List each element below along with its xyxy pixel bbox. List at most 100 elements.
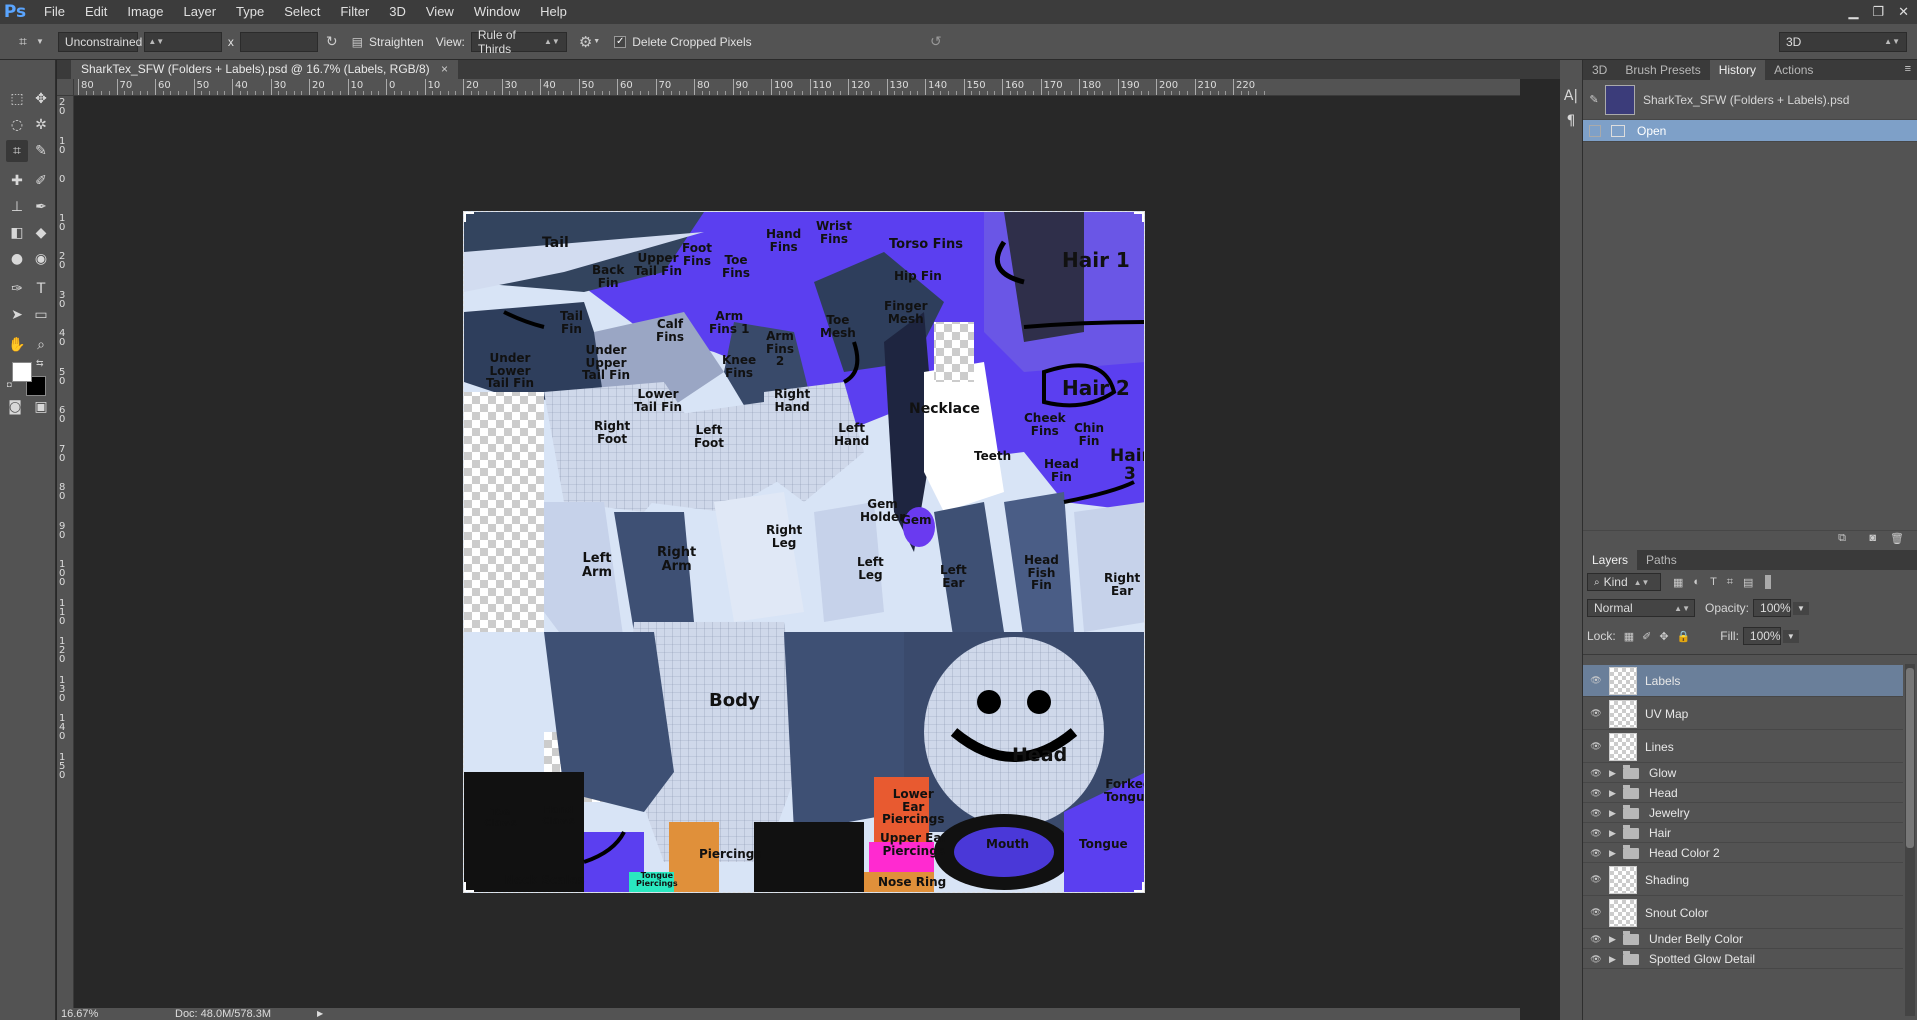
menu-image[interactable]: Image bbox=[117, 0, 173, 24]
layer-thumbnail[interactable] bbox=[1609, 898, 1637, 927]
document-size[interactable]: Doc: 48.0M/578.3M bbox=[175, 1008, 271, 1020]
crop-tool-icon[interactable]: ⌗ bbox=[6, 140, 28, 162]
menu-type[interactable]: Type bbox=[226, 0, 274, 24]
horizontal-ruler[interactable]: 80 70 60 50 40 30 20 10 0 10 20 30 40 50 60 70 80 90 100 11… bbox=[74, 79, 1520, 96]
layer-thumbnail[interactable] bbox=[1609, 865, 1637, 894]
layer-thumbnail[interactable] bbox=[1609, 666, 1637, 695]
history-snapshot[interactable]: ✎ SharkTex_SFW (Folders + Labels).psd bbox=[1583, 80, 1917, 120]
blend-mode-select[interactable]: Normal ▲▼ bbox=[1587, 599, 1695, 617]
layer-thumbnail[interactable] bbox=[1609, 699, 1637, 728]
layer-group-row[interactable]: 👁 ▶ Head Color 2 bbox=[1583, 844, 1903, 863]
pixel-filter-icon[interactable]: ▦ bbox=[1673, 576, 1683, 589]
layer-name[interactable]: Head Color 2 bbox=[1649, 846, 1720, 860]
layer-group-row[interactable]: 👁 ▶ Glow bbox=[1583, 764, 1903, 783]
expand-arrow-icon[interactable]: ▶ bbox=[1609, 828, 1623, 839]
close-button[interactable]: ✕ bbox=[1898, 4, 1909, 20]
tab-3d[interactable]: 3D bbox=[1583, 60, 1616, 80]
trash-icon[interactable]: 🗑 bbox=[1890, 532, 1904, 545]
foreground-color-swatch[interactable] bbox=[12, 362, 32, 382]
magic-wand-tool-icon[interactable]: ✲ bbox=[30, 114, 52, 136]
lasso-tool-icon[interactable]: ◌ bbox=[6, 114, 28, 136]
brush-source-icon[interactable]: ✎ bbox=[1583, 93, 1605, 106]
height-field[interactable] bbox=[239, 31, 318, 52]
panel-menu-icon[interactable]: ≡ bbox=[1905, 63, 1911, 75]
expand-arrow-icon[interactable]: ▶ bbox=[1609, 808, 1623, 819]
smart-object-filter-icon[interactable]: ▤ bbox=[1743, 576, 1753, 589]
blur-tool-icon[interactable]: ● bbox=[6, 248, 28, 270]
pen-tool-icon[interactable]: ✑ bbox=[6, 278, 28, 300]
rectangle-tool-icon[interactable]: ▭ bbox=[30, 304, 52, 326]
layer-row[interactable]: 👁 UV Map bbox=[1583, 698, 1903, 730]
quick-mask-icon[interactable]: ◙ bbox=[4, 396, 26, 418]
layer-name[interactable]: UV Map bbox=[1645, 707, 1688, 721]
visibility-eye-icon[interactable]: 👁 bbox=[1583, 708, 1609, 719]
lock-all-icon[interactable]: 🔒 bbox=[1677, 630, 1691, 643]
layer-name[interactable]: Labels bbox=[1645, 674, 1680, 688]
layer-name[interactable]: Under Belly Color bbox=[1649, 932, 1743, 946]
document-tab[interactable]: SharkTex_SFW (Folders + Labels).psd @ 16… bbox=[71, 60, 459, 79]
shape-filter-icon[interactable]: ⌗ bbox=[1727, 576, 1733, 589]
visibility-eye-icon[interactable]: 👁 bbox=[1583, 808, 1609, 819]
path-selection-tool-icon[interactable]: ➤ bbox=[6, 304, 28, 326]
gear-icon[interactable]: ⚙ bbox=[579, 33, 592, 51]
layers-scrollbar[interactable] bbox=[1905, 664, 1915, 1016]
fill-input[interactable]: 100% bbox=[1742, 627, 1781, 645]
restore-button[interactable]: ❐ bbox=[1872, 4, 1884, 20]
fill-slider-arrow[interactable]: ▼ bbox=[1782, 629, 1799, 643]
layer-name[interactable]: Hair bbox=[1649, 826, 1671, 840]
zoom-level[interactable]: 16.67% bbox=[61, 1008, 98, 1020]
lock-position-icon[interactable]: ✥ bbox=[1659, 630, 1668, 643]
visibility-eye-icon[interactable]: 👁 bbox=[1583, 788, 1609, 799]
layer-group-row[interactable]: 👁 ▶ Head bbox=[1583, 784, 1903, 803]
paint-bucket-tool-icon[interactable]: ◆ bbox=[30, 222, 52, 244]
layer-group-row[interactable]: 👁 ▶ Jewelry bbox=[1583, 804, 1903, 823]
visibility-eye-icon[interactable]: 👁 bbox=[1583, 828, 1609, 839]
straighten-button[interactable]: Straighten bbox=[369, 35, 424, 49]
menu-layer[interactable]: Layer bbox=[174, 0, 227, 24]
visibility-eye-icon[interactable]: 👁 bbox=[1583, 848, 1609, 859]
visibility-eye-icon[interactable]: 👁 bbox=[1583, 768, 1609, 779]
menu-window[interactable]: Window bbox=[464, 0, 530, 24]
type-filter-icon[interactable]: T bbox=[1710, 576, 1717, 588]
layer-group-row[interactable]: 👁 ▶ Hair bbox=[1583, 824, 1903, 843]
tab-actions[interactable]: Actions bbox=[1765, 60, 1822, 80]
history-brush-tool-icon[interactable]: ✒ bbox=[30, 196, 52, 218]
swap-colors-icon[interactable]: ⇆ bbox=[36, 358, 44, 369]
menu-view[interactable]: View bbox=[416, 0, 464, 24]
menu-select[interactable]: Select bbox=[274, 0, 330, 24]
crop-handle-top-right[interactable] bbox=[1134, 212, 1144, 222]
tab-history[interactable]: History bbox=[1709, 60, 1766, 80]
crop-handle-top-left[interactable] bbox=[464, 212, 474, 222]
layer-name[interactable]: Head bbox=[1649, 786, 1678, 800]
visibility-eye-icon[interactable]: 👁 bbox=[1583, 874, 1609, 885]
type-tool-icon[interactable]: T bbox=[30, 278, 52, 300]
menu-file[interactable]: File bbox=[30, 0, 75, 24]
layer-group-row[interactable]: 👁 ▶ Under Belly Color bbox=[1583, 930, 1903, 949]
dodge-tool-icon[interactable]: ◉ bbox=[30, 248, 52, 270]
scrollbar-thumb[interactable] bbox=[1906, 668, 1914, 848]
swap-icon[interactable]: ↻ bbox=[326, 33, 338, 50]
crop-handle-bottom-left[interactable] bbox=[464, 882, 474, 892]
eyedropper-tool-icon[interactable]: ✎ bbox=[30, 140, 52, 162]
new-document-from-state-icon[interactable]: ⧉ bbox=[1838, 532, 1846, 545]
layer-name[interactable]: Glow bbox=[1649, 766, 1676, 780]
ruler-origin[interactable] bbox=[57, 79, 74, 96]
visibility-eye-icon[interactable]: 👁 bbox=[1583, 741, 1609, 752]
visibility-eye-icon[interactable]: 👁 bbox=[1583, 907, 1609, 918]
crop-handle-bottom-right[interactable] bbox=[1134, 882, 1144, 892]
character-panel-icon[interactable]: A| bbox=[1560, 85, 1582, 107]
workspace-select[interactable]: 3D ▲▼ bbox=[1779, 31, 1907, 52]
layer-name[interactable]: Jewelry bbox=[1649, 806, 1690, 820]
marquee-tool-icon[interactable]: ⬚ bbox=[6, 88, 28, 110]
screen-mode-icon[interactable]: ▣ bbox=[30, 396, 52, 418]
paragraph-panel-icon[interactable]: ¶ bbox=[1560, 110, 1582, 132]
crop-tool-icon[interactable]: ⌗ bbox=[12, 31, 34, 53]
history-source-box[interactable] bbox=[1589, 124, 1601, 137]
history-state-open[interactable]: Open bbox=[1583, 120, 1917, 142]
camera-icon[interactable]: ◙ bbox=[1869, 532, 1876, 544]
texture-canvas[interactable]: Tail Back Fin Upper Tail Fin Foot Fins Toe F… bbox=[463, 211, 1145, 893]
menu-edit[interactable]: Edit bbox=[75, 0, 117, 24]
menu-filter[interactable]: Filter bbox=[330, 0, 379, 24]
tab-brush-presets[interactable]: Brush Presets bbox=[1616, 60, 1709, 80]
tab-paths[interactable]: Paths bbox=[1637, 550, 1686, 570]
